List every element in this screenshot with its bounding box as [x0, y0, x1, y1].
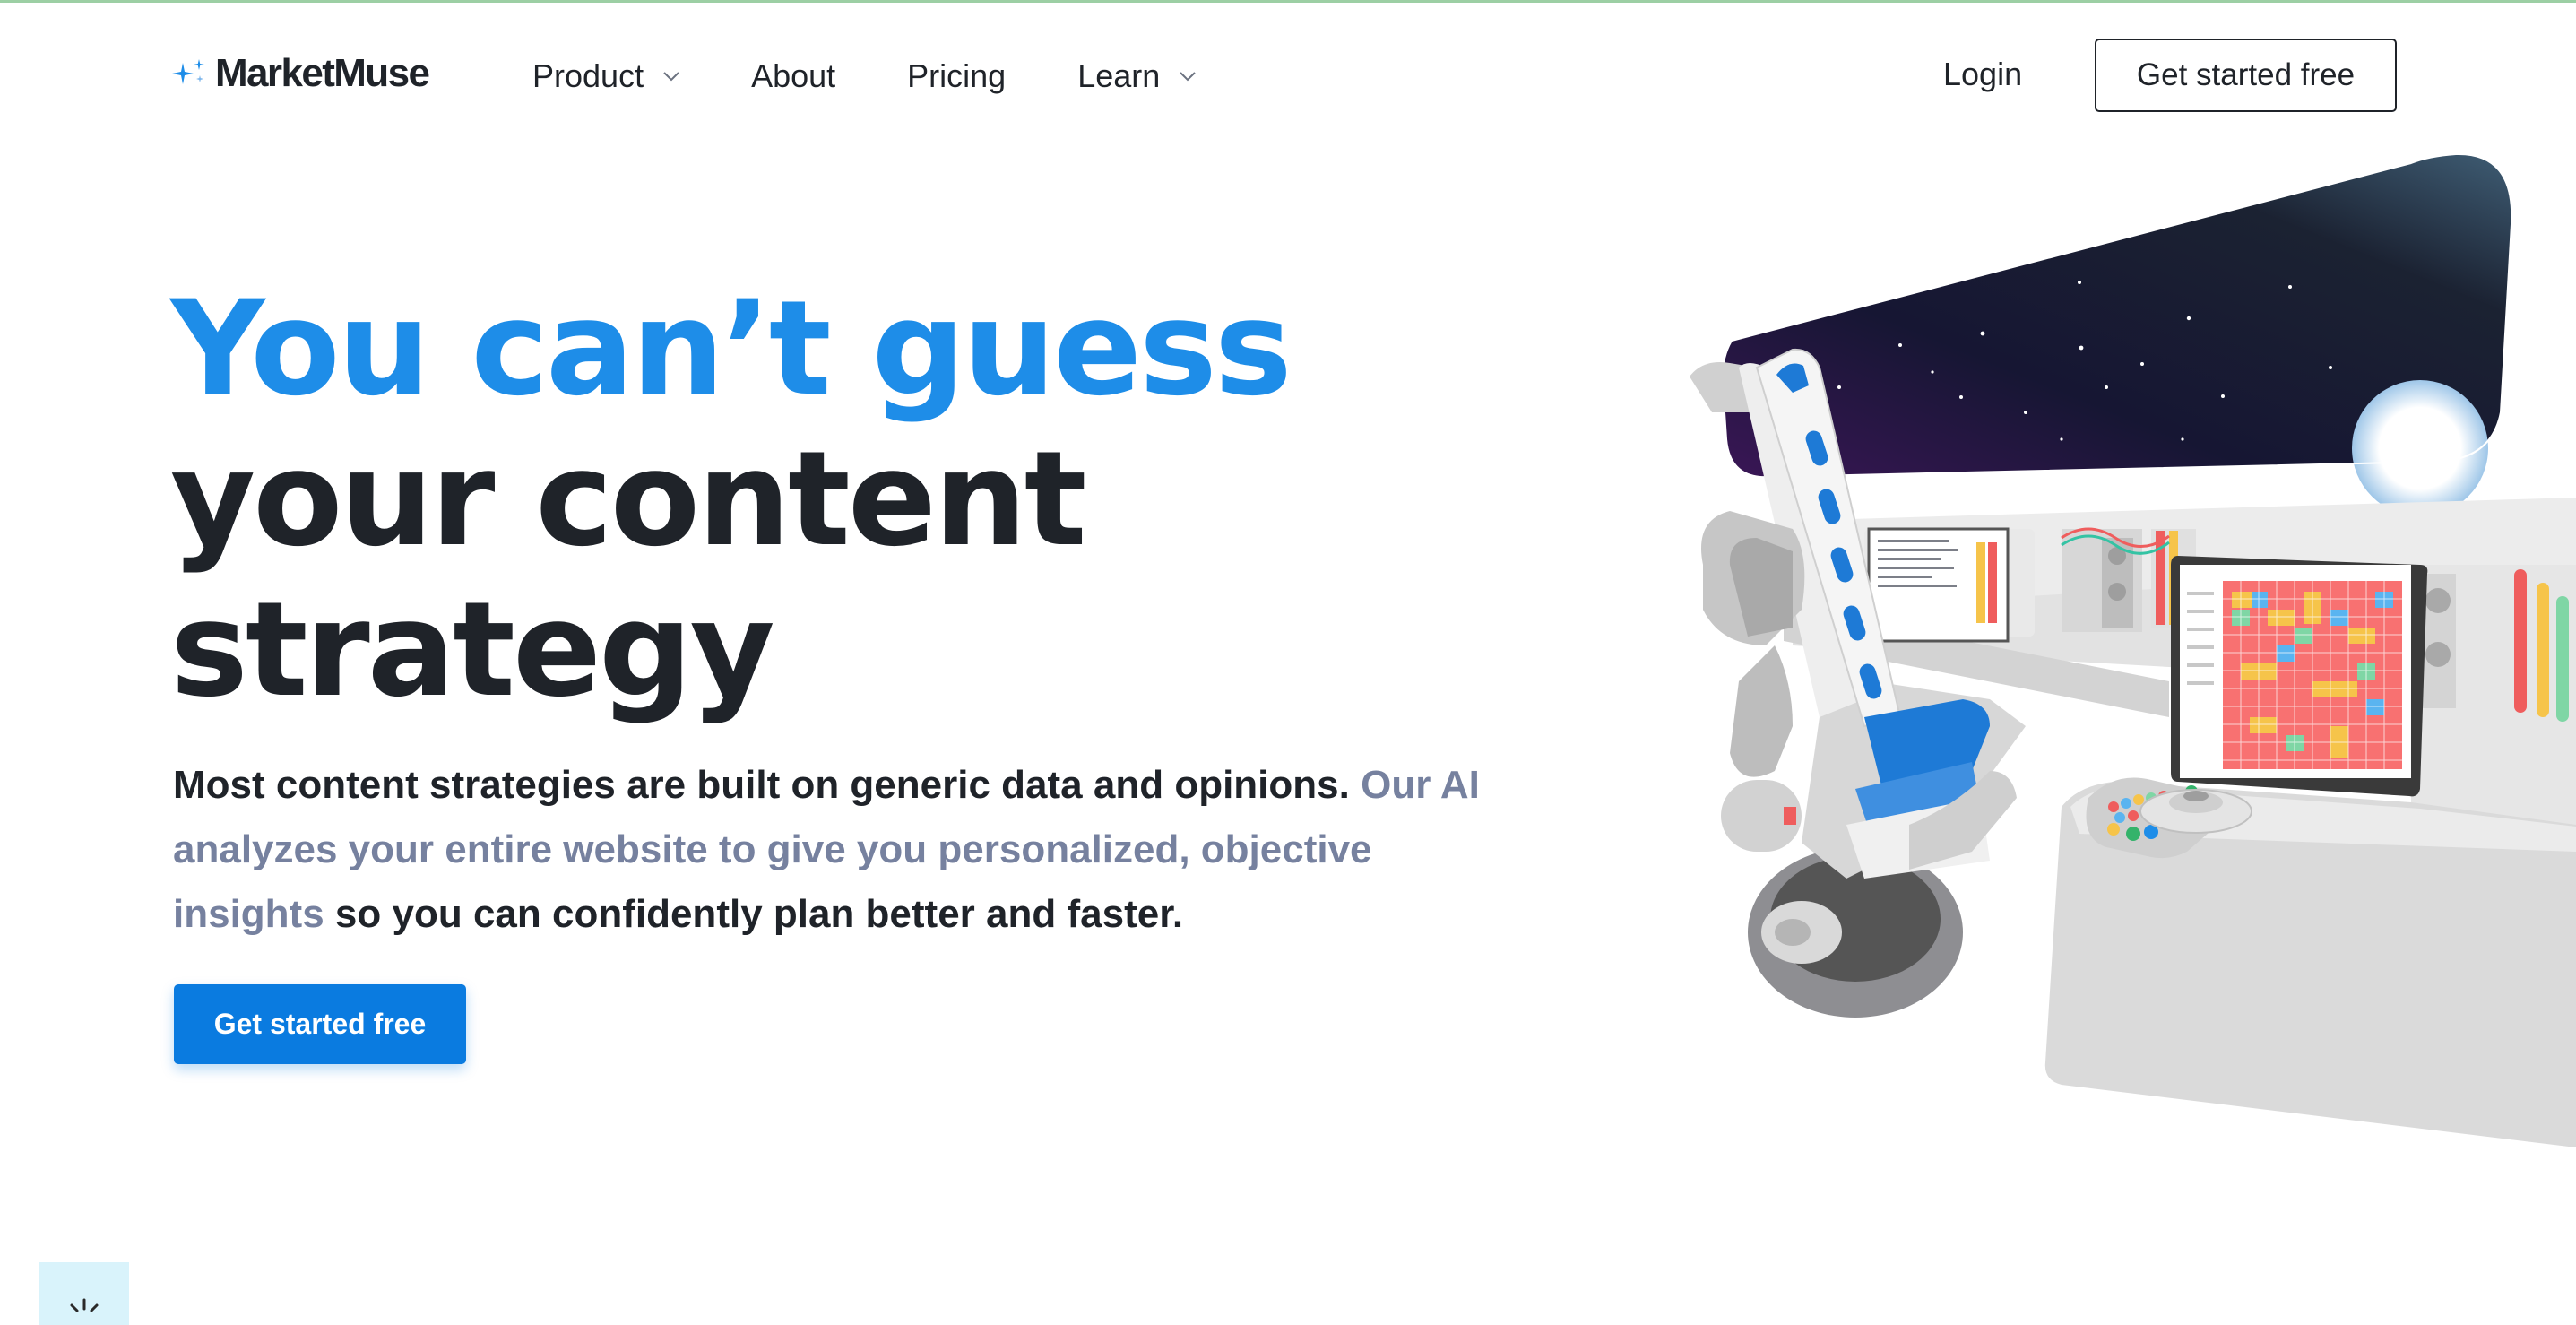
nav-item-label: About	[751, 57, 836, 94]
nav-item-product[interactable]: Product	[532, 57, 679, 95]
hero-subtitle-text: so you can confidently plan better and f…	[334, 892, 1184, 936]
heatmap-grid	[2223, 581, 2402, 769]
chat-widget-button[interactable]	[39, 1262, 129, 1325]
hero-title-line: strategy	[170, 574, 775, 726]
nav-item-about[interactable]: About	[751, 57, 835, 95]
nav-item-label: Pricing	[907, 57, 1007, 94]
hero-title-line: You can’t guess	[170, 273, 1292, 425]
login-link[interactable]: Login	[1943, 56, 2022, 93]
astronaut-cockpit-illustration	[1690, 152, 2576, 1147]
nav-item-learn[interactable]: Learn	[1077, 57, 1196, 95]
site-header: MarketMuse Product About Pricing Learn L…	[0, 0, 2576, 152]
chevron-down-icon	[1180, 71, 1196, 81]
nav-item-label: Learn	[1077, 57, 1161, 94]
brand-name: MarketMuse	[215, 51, 430, 95]
nav-item-pricing[interactable]: Pricing	[907, 57, 1006, 95]
hero-subtitle: Most content strategies are built on gen…	[173, 753, 1508, 947]
hero-title-line: your content	[170, 423, 1087, 576]
front-console	[2044, 777, 2576, 1147]
main-nav: Product About Pricing Learn	[532, 49, 1267, 103]
hero-get-started-button[interactable]: Get started free	[174, 984, 466, 1064]
brand-logo[interactable]: MarketMuse	[172, 47, 430, 100]
heatmap-monitor	[2171, 556, 2428, 797]
chevron-down-icon	[663, 71, 679, 81]
joystick-disk	[2139, 789, 2252, 834]
hero-title: You can’t guess your content strategy	[170, 273, 1292, 726]
sparkle-icon	[172, 59, 204, 84]
header-get-started-button[interactable]: Get started free	[2095, 39, 2397, 112]
nav-item-label: Product	[532, 57, 644, 94]
loading-spinner-icon	[70, 1298, 99, 1312]
hero-subtitle-text: Most content strategies are built on gen…	[173, 763, 1350, 807]
